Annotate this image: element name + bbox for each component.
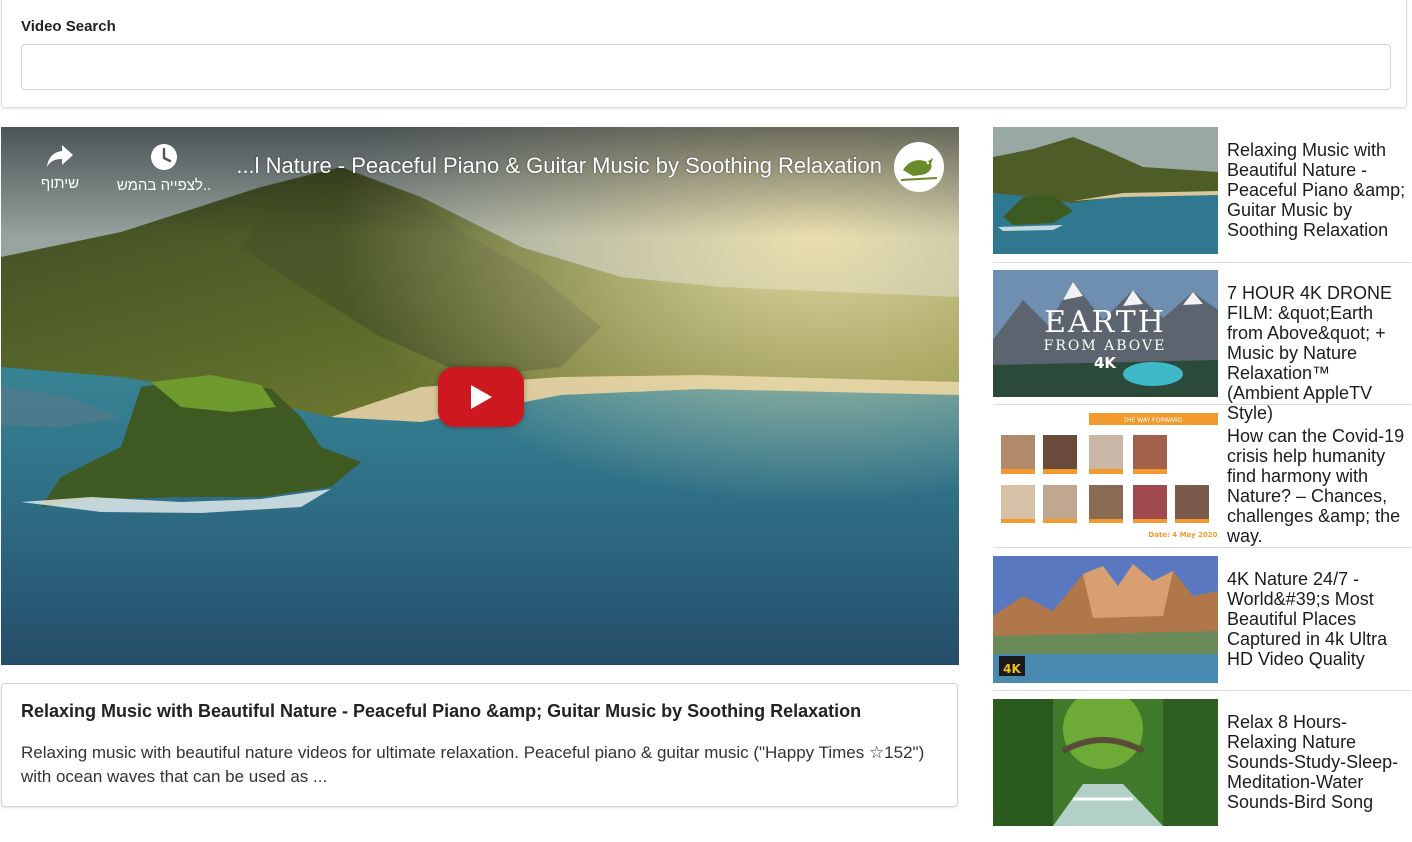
video-list-item[interactable]: THE WAY FORWARD Date: 4 May 2020 How can <box>993 413 1411 546</box>
video-list-item[interactable]: Relaxing Music with Beautiful Nature - P… <box>993 127 1411 255</box>
search-input[interactable] <box>21 44 1391 90</box>
list-divider <box>993 547 1411 548</box>
thumb-4k-badge: 4K <box>1003 662 1021 676</box>
youtube-play-icon <box>471 385 492 409</box>
bird-logo-icon <box>900 158 938 181</box>
list-divider <box>993 404 1411 405</box>
clock-icon <box>151 144 177 170</box>
video-list-item[interactable]: 4K 4K Nature 24/7 - World&#39;s Most Bea… <box>993 556 1411 684</box>
video-thumbnail[interactable] <box>993 127 1218 254</box>
player-title[interactable]: ...l Nature - Peaceful Piano & Guitar Mu… <box>182 153 882 179</box>
video-list-item-title[interactable]: How can the Covid-19 crisis help humanit… <box>1227 426 1407 546</box>
video-list-item-title[interactable]: 4K Nature 24/7 - World&#39;s Most Beauti… <box>1227 569 1407 669</box>
video-list-item[interactable]: Relax 8 Hours-Relaxing Nature Sounds-Stu… <box>993 699 1411 827</box>
video-detail-card: Relaxing Music with Beautiful Nature - P… <box>1 683 958 807</box>
play-button[interactable] <box>438 367 524 427</box>
search-label: Video Search <box>21 18 116 35</box>
video-list-item-title[interactable]: 7 HOUR 4K DRONE FILM: &quot;Earth from A… <box>1227 283 1407 423</box>
video-thumbnail[interactable] <box>993 699 1218 826</box>
watch-later-label: לצפייה בהמש.. <box>116 177 212 194</box>
share-arrow-icon <box>47 145 73 167</box>
thumb-earth-text: EARTH <box>1044 305 1166 340</box>
video-player[interactable]: שיתוף לצפייה בהמש.. ...l Nature - Peacef… <box>1 127 959 665</box>
list-divider <box>993 262 1411 263</box>
thumb-from-above-text: FROM ABOVE <box>1044 338 1167 354</box>
share-label: שיתוף <box>40 175 80 192</box>
video-list-item[interactable]: EARTH FROM ABOVE 4K 7 HOUR 4K DRONE FILM… <box>993 270 1411 423</box>
thumb-4k-text: 4K <box>1094 354 1117 372</box>
video-thumbnail[interactable]: THE WAY FORWARD Date: 4 May 2020 <box>993 413 1218 540</box>
video-detail-title: Relaxing Music with Beautiful Nature - P… <box>21 701 862 721</box>
share-button[interactable]: שיתוף <box>33 143 87 192</box>
video-thumbnail[interactable]: EARTH FROM ABOVE 4K <box>993 270 1218 397</box>
video-list-item-title[interactable]: Relaxing Music with Beautiful Nature - P… <box>1227 140 1407 240</box>
video-detail-description: Relaxing music with beautiful nature vid… <box>21 743 925 786</box>
video-thumbnail[interactable]: 4K <box>993 556 1218 683</box>
video-list-item-title[interactable]: Relax 8 Hours-Relaxing Nature Sounds-Stu… <box>1227 712 1407 812</box>
list-divider <box>993 690 1411 691</box>
search-segment: Video Search <box>1 0 1407 108</box>
thumb-date-text: Date: 4 May 2020 <box>1148 531 1217 539</box>
thumb-header-text: THE WAY FORWARD <box>1122 417 1183 424</box>
channel-avatar[interactable] <box>894 142 944 192</box>
